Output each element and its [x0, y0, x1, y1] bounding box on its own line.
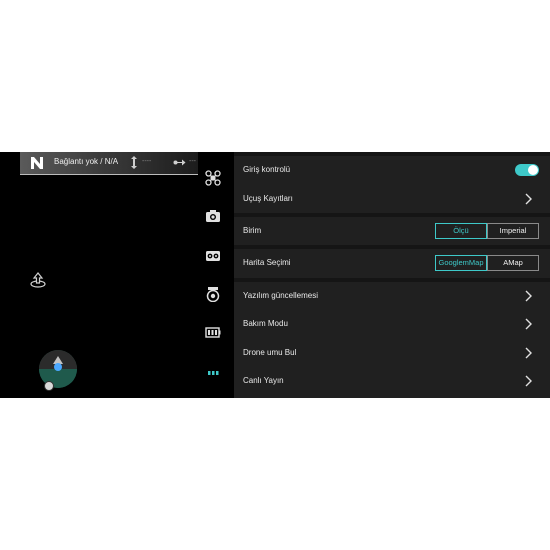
more-dots-icon[interactable] — [205, 364, 221, 380]
map-toggle-icon[interactable] — [44, 381, 54, 391]
chevron-right-icon — [525, 290, 532, 302]
battery-icon[interactable] — [205, 324, 221, 340]
altitude-icon — [131, 156, 137, 169]
unit-option-metric[interactable]: Ölçü — [435, 223, 487, 239]
setting-live[interactable]: Canlı Yayın — [234, 367, 550, 395]
map-segmented-control: GooglemMap AMap — [435, 255, 539, 271]
live-label: Canlı Yayın — [243, 376, 284, 385]
distance-value: --- — [189, 158, 196, 165]
setting-unit: Birim Ölçü Imperial — [234, 217, 550, 245]
map-option-google[interactable]: GooglemMap — [435, 255, 487, 271]
distance-icon — [173, 159, 186, 166]
connection-status: Bağlantı yok / N/A — [54, 157, 119, 166]
settings-group-general: Giriş kontrolü Uçuş Kayıtları — [234, 156, 550, 213]
video-recorder-icon[interactable] — [205, 248, 221, 264]
gimbal-camera-icon[interactable] — [205, 286, 221, 302]
unit-segmented-control: Ölçü Imperial — [435, 223, 539, 239]
flight-control-toggle[interactable] — [515, 164, 539, 176]
settings-group-map: Harita Seçimi GooglemMap AMap — [234, 249, 550, 278]
flight-logs-label: Uçuş Kayıtları — [243, 194, 293, 203]
map-option-amap[interactable]: AMap — [487, 256, 538, 270]
chevron-right-icon — [525, 375, 532, 387]
chevron-right-icon — [525, 193, 532, 205]
settings-panel: Giriş kontrolü Uçuş Kayıtları Birim Ölçü… — [234, 152, 550, 398]
unit-option-imperial[interactable]: Imperial — [487, 224, 538, 238]
camera-icon[interactable] — [205, 208, 221, 224]
map-label: Harita Seçimi — [243, 258, 291, 267]
toggle-knob — [528, 165, 538, 175]
setting-software-update[interactable]: Yazılım güncellemesi — [234, 282, 550, 310]
setting-find-drone[interactable]: Drone umu Bul — [234, 339, 550, 367]
maintenance-label: Bakım Modu — [243, 319, 288, 328]
setting-maintenance[interactable]: Bakım Modu — [234, 310, 550, 338]
software-update-label: Yazılım güncellemesi — [243, 291, 318, 300]
status-bar: Bağlantı yok / N/A ---- --- — [20, 152, 198, 175]
takeoff-icon[interactable] — [29, 271, 47, 289]
find-drone-label: Drone umu Bul — [243, 348, 297, 357]
chevron-right-icon — [525, 318, 532, 330]
altitude-value: ---- — [142, 158, 152, 165]
settings-group-tools: Yazılım güncellemesi Bakım Modu Drone um… — [234, 282, 550, 398]
unit-label: Birim — [243, 226, 262, 235]
app-screen: Bağlantı yok / N/A ---- --- Giriş kontro… — [0, 152, 550, 398]
setting-flight-logs[interactable]: Uçuş Kayıtları — [234, 185, 550, 213]
chevron-right-icon — [525, 347, 532, 359]
setting-flight-control: Giriş kontrolü — [234, 156, 550, 184]
setting-map: Harita Seçimi GooglemMap AMap — [234, 249, 550, 277]
drone-icon[interactable] — [205, 170, 221, 186]
brand-logo-icon — [31, 157, 43, 169]
flight-control-label: Giriş kontrolü — [243, 165, 291, 174]
settings-group-unit: Birim Ölçü Imperial — [234, 217, 550, 245]
